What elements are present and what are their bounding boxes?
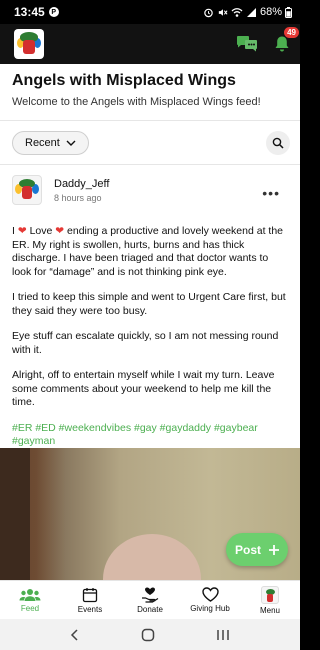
menu-logo-icon (261, 585, 279, 604)
signal-icon (246, 7, 256, 17)
status-time: 13:45 (14, 5, 45, 19)
recents-icon[interactable] (216, 629, 230, 641)
chat-bubbles-icon (237, 36, 257, 52)
post-paragraph: Alright, off to entertain myself while I… (12, 369, 275, 408)
feed-subtitle: Welcome to the Angels with Misplaced Win… (12, 96, 261, 108)
status-app-icon: P (48, 7, 59, 17)
nav-giving-hub-label: Giving Hub (190, 604, 230, 613)
status-left: 13:45 P (14, 5, 59, 19)
status-bar: 13:45 P 68% (0, 0, 300, 24)
feed-title: Angels with Misplaced Wings (12, 72, 236, 89)
sort-dropdown-label: Recent (25, 137, 60, 149)
nav-feed-label: Feed (20, 603, 40, 613)
nav-feed[interactable]: Feed (0, 581, 60, 619)
chevron-down-icon (66, 140, 76, 146)
plus-icon (269, 544, 279, 555)
notifications-button[interactable]: 49 (274, 27, 299, 53)
search-button[interactable] (266, 131, 290, 155)
heart-emoji-icon: ❤ (55, 225, 65, 237)
alarm-icon (204, 8, 213, 17)
new-post-label: Post (234, 542, 261, 557)
nav-donate-label: Donate (137, 604, 163, 614)
status-right: 68% (203, 6, 292, 18)
nav-giving-hub[interactable]: Giving Hub (180, 581, 240, 619)
new-post-button[interactable]: Post (226, 533, 288, 566)
nav-donate[interactable]: Donate (120, 581, 180, 619)
notification-count-badge: 49 (284, 27, 299, 38)
angels-logo-icon[interactable] (14, 29, 44, 59)
mute-icon (218, 8, 228, 16)
post-paragraph: I tried to keep this simple and went to … (12, 291, 286, 317)
people-icon (19, 588, 41, 601)
nav-events-label: Events (77, 604, 103, 614)
chat-button[interactable] (236, 35, 258, 53)
nav-events[interactable]: Events (60, 581, 120, 619)
bottom-nav: Feed Events Donate Giving Hub Menu (0, 580, 300, 619)
app-header: 49 (0, 24, 300, 64)
calendar-icon (82, 587, 98, 602)
donate-heart-hand-icon (142, 587, 159, 603)
header-actions: 49 (236, 27, 299, 53)
wifi-icon (231, 7, 243, 17)
battery-percent: 68% (259, 6, 282, 18)
home-icon[interactable] (141, 628, 155, 642)
search-icon (272, 137, 284, 149)
filter-row: Recent (0, 121, 300, 155)
battery-icon (285, 6, 292, 18)
post-hashtags[interactable]: #ER #ED #weekendvibes #gay #gaydaddy #ga… (12, 422, 288, 449)
post-author[interactable]: Daddy_Jeff (54, 178, 109, 190)
post-header: Daddy_Jeff 8 hours ago ••• (0, 165, 300, 205)
avatar[interactable] (12, 175, 42, 205)
post-paragraph: Eye stuff can escalate quickly, so I am … (12, 330, 279, 356)
heart-icon (201, 587, 219, 602)
post-body: I ❤ Love ❤ ending a productive and lovel… (0, 205, 300, 449)
heart-emoji-icon: ❤ (17, 225, 27, 237)
sort-dropdown[interactable]: Recent (12, 131, 89, 155)
nav-menu-label: Menu (259, 605, 280, 615)
post-timestamp: 8 hours ago (54, 192, 102, 203)
post-meta: Daddy_Jeff 8 hours ago (54, 178, 109, 203)
back-icon[interactable] (70, 628, 80, 641)
system-nav-bar (0, 619, 300, 650)
post-paragraph: I ❤ Love ❤ ending a productive and lovel… (12, 225, 283, 278)
nav-menu[interactable]: Menu (240, 581, 300, 619)
feed-content: Angels with Misplaced Wings Welcome to t… (0, 64, 300, 580)
more-options-icon[interactable]: ••• (262, 185, 280, 201)
